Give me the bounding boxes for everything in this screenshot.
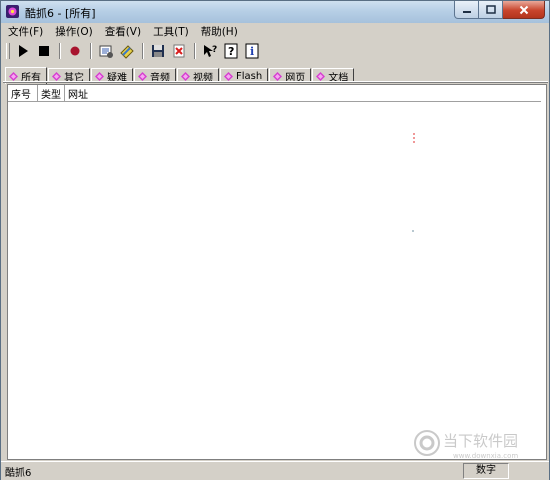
diamond-icon [273,71,283,81]
render-artifact [413,133,415,143]
menu-tools[interactable]: 工具(T) [146,24,194,39]
info-icon: i [245,43,259,59]
delete-button[interactable] [169,42,189,60]
diamond-icon [138,71,147,81]
svg-text:?: ? [228,45,234,58]
status-text: 酷抓6 [5,468,32,479]
diamond-icon [224,71,233,81]
close-icon [519,5,528,14]
menu-help[interactable]: 帮助(H) [194,24,243,39]
help-pointer-icon: ? [204,45,217,57]
save-button[interactable] [148,42,168,60]
options-button[interactable] [96,42,116,60]
toolbar-separator [142,43,144,59]
download-list[interactable]: 序号 类型 网址 [7,84,547,460]
clean-icon [120,45,134,59]
diamond-icon [9,71,18,81]
diamond-icon [181,71,190,81]
menu-view[interactable]: 查看(V) [98,24,146,39]
numlock-indicator: 数字 [463,463,509,479]
minimize-icon [462,10,471,13]
stop-button[interactable] [34,42,54,60]
svg-text:i: i [250,45,254,58]
app-logo-icon [6,5,19,18]
maximize-icon [485,5,496,14]
window-title: 酷抓6 - [所有] [25,7,96,20]
tab-label: Flash [236,70,263,82]
status-bar: 酷抓6 数字 [1,461,549,480]
clean-button[interactable] [117,42,137,60]
about-button[interactable]: i [242,42,262,60]
toolbar-separator [59,43,61,59]
context-help-button[interactable]: ? [200,42,220,60]
floppy-icon [152,45,164,57]
tab-divider-shadow [3,82,548,83]
play-button[interactable] [13,42,33,60]
help-button[interactable]: ? [221,42,241,60]
toolbar: ? ? i [4,41,544,61]
menu-bar: 文件(F) 操作(O) 查看(V) 工具(T) 帮助(H) [1,23,549,40]
diamond-icon [316,71,326,81]
delete-icon [173,44,185,58]
column-header-url[interactable]: 网址 [65,85,541,102]
column-header-type[interactable]: 类型 [38,85,65,102]
play-icon [19,45,28,57]
app-window: 酷抓6 - [所有] 文件(F) 操作(O) 查看(V) 工具(T) 帮助(H) [0,0,550,480]
record-icon [70,46,80,56]
question-icon: ? [224,43,238,59]
diamond-icon [95,71,104,81]
maximize-button[interactable] [479,1,503,19]
record-button[interactable] [65,42,85,60]
toolbar-grip[interactable] [6,43,10,59]
toolbar-separator [90,43,92,59]
column-header-index[interactable]: 序号 [8,85,38,102]
render-artifact [412,230,414,232]
list-header: 序号 类型 网址 [8,85,541,102]
svg-text:?: ? [212,45,217,55]
stop-icon [39,46,49,56]
window-controls [454,1,545,19]
menu-operate[interactable]: 操作(O) [48,24,97,39]
options-icon [99,45,113,58]
toolbar-separator [194,43,196,59]
minimize-button[interactable] [454,1,479,19]
diamond-icon [52,71,61,81]
close-button[interactable] [503,1,545,19]
menu-file[interactable]: 文件(F) [1,24,48,39]
title-bar[interactable]: 酷抓6 - [所有] [1,1,549,24]
